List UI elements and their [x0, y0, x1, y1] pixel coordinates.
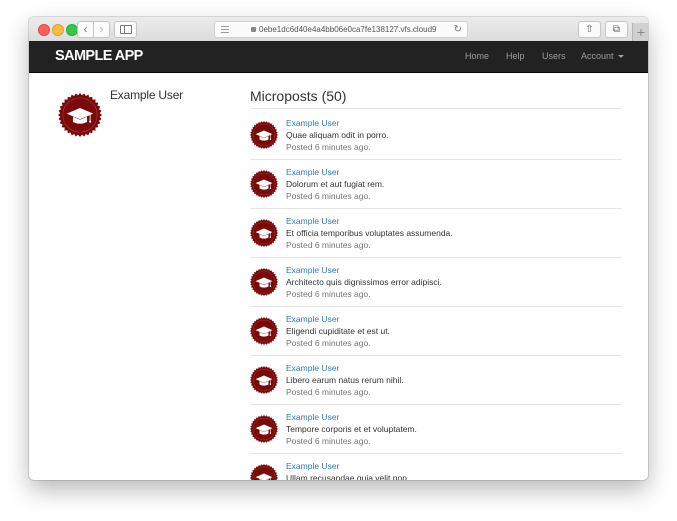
- post-content: Eligendi cupiditate et est ut.: [286, 326, 390, 336]
- micropost-item: Example User Dolorum et aut fugiat rem. …: [250, 159, 622, 209]
- micropost-item: Example User Eligendi cupiditate et est …: [250, 306, 622, 356]
- reader-icon[interactable]: [221, 26, 229, 33]
- post-user-link[interactable]: Example User: [286, 118, 339, 128]
- post-timestamp: Posted 6 minutes ago.: [286, 338, 371, 348]
- graduation-cap-icon: [250, 464, 278, 480]
- graduation-cap-icon: [58, 93, 102, 137]
- browser-window: ‹ › 0ebe1dc6d40e4a4bb06e0ca7fe138127.vfs…: [29, 17, 648, 480]
- post-content: Ullam recusandae quia velit non.: [286, 473, 410, 480]
- post-avatar[interactable]: [250, 219, 278, 247]
- new-tab-button[interactable]: +: [632, 23, 648, 41]
- micropost-item: Example User Et officia temporibus volup…: [250, 208, 622, 258]
- nav-users-link[interactable]: Users: [542, 41, 566, 72]
- graduation-cap-icon: [250, 121, 278, 149]
- close-window-button[interactable]: [38, 24, 50, 36]
- post-avatar[interactable]: [250, 415, 278, 443]
- graduation-cap-icon: [250, 415, 278, 443]
- post-content: Quae aliquam odit in porro.: [286, 130, 389, 140]
- minimize-window-button[interactable]: [52, 24, 64, 36]
- url-text: 0ebe1dc6d40e4a4bb06e0ca7fe138127.vfs.clo…: [259, 25, 437, 34]
- post-user-link[interactable]: Example User: [286, 363, 339, 373]
- post-user-link[interactable]: Example User: [286, 167, 339, 177]
- graduation-cap-icon: [250, 268, 278, 296]
- lock-icon: [251, 27, 256, 32]
- post-timestamp: Posted 6 minutes ago.: [286, 289, 371, 299]
- post-avatar[interactable]: [250, 317, 278, 345]
- post-timestamp: Posted 6 minutes ago.: [286, 436, 371, 446]
- nav-help-link[interactable]: Help: [506, 41, 525, 72]
- post-user-link[interactable]: Example User: [286, 314, 339, 324]
- address-bar[interactable]: 0ebe1dc6d40e4a4bb06e0ca7fe138127.vfs.clo…: [214, 21, 468, 38]
- post-user-link[interactable]: Example User: [286, 265, 339, 275]
- graduation-cap-icon: [250, 219, 278, 247]
- post-content: Et officia temporibus voluptates assumen…: [286, 228, 453, 238]
- post-avatar[interactable]: [250, 121, 278, 149]
- post-timestamp: Posted 6 minutes ago.: [286, 240, 371, 250]
- sidebar-icon[interactable]: [114, 21, 137, 38]
- post-avatar[interactable]: [250, 268, 278, 296]
- post-timestamp: Posted 6 minutes ago.: [286, 142, 371, 152]
- post-avatar[interactable]: [250, 170, 278, 198]
- caret-down-icon: [617, 55, 624, 58]
- graduation-cap-icon: [250, 170, 278, 198]
- browser-toolbar: ‹ › 0ebe1dc6d40e4a4bb06e0ca7fe138127.vfs…: [29, 17, 648, 42]
- graduation-cap-icon: [250, 366, 278, 394]
- micropost-item: Example User Ullam recusandae quia velit…: [250, 453, 622, 480]
- post-user-link[interactable]: Example User: [286, 216, 339, 226]
- post-content: Tempore corporis et et voluptatem.: [286, 424, 417, 434]
- post-avatar[interactable]: [250, 366, 278, 394]
- graduation-cap-icon: [250, 317, 278, 345]
- heading-divider: [250, 108, 622, 109]
- post-avatar[interactable]: [250, 464, 278, 480]
- post-content: Dolorum et aut fugiat rem.: [286, 179, 385, 189]
- micropost-item: Example User Quae aliquam odit in porro.…: [250, 110, 622, 160]
- microposts-heading: Microposts (50): [250, 88, 347, 104]
- nav-home-link[interactable]: Home: [465, 41, 489, 72]
- profile-name: Example User: [110, 88, 183, 102]
- chevron-right-icon[interactable]: ›: [93, 21, 110, 38]
- tabs-icon[interactable]: ⧉: [605, 21, 628, 38]
- reload-icon[interactable]: ↻: [454, 22, 462, 37]
- account-label: Account: [581, 51, 614, 61]
- post-content: Architecto quis dignissimos error adipis…: [286, 277, 442, 287]
- post-timestamp: Posted 6 minutes ago.: [286, 387, 371, 397]
- micropost-item: Example User Libero earum natus rerum ni…: [250, 355, 622, 405]
- share-icon[interactable]: ⇧: [578, 21, 601, 38]
- micropost-item: Example User Architecto quis dignissimos…: [250, 257, 622, 307]
- post-timestamp: Posted 6 minutes ago.: [286, 191, 371, 201]
- account-dropdown[interactable]: Account: [581, 41, 624, 72]
- post-user-link[interactable]: Example User: [286, 412, 339, 422]
- brand-logo[interactable]: sample app: [55, 41, 143, 72]
- micropost-item: Example User Tempore corporis et et volu…: [250, 404, 622, 454]
- app-navbar: sample app Home Help Users Account: [29, 41, 648, 73]
- profile-avatar: [58, 93, 102, 137]
- post-user-link[interactable]: Example User: [286, 461, 339, 471]
- chevron-left-icon[interactable]: ‹: [77, 21, 94, 38]
- post-content: Libero earum natus rerum nihil.: [286, 375, 404, 385]
